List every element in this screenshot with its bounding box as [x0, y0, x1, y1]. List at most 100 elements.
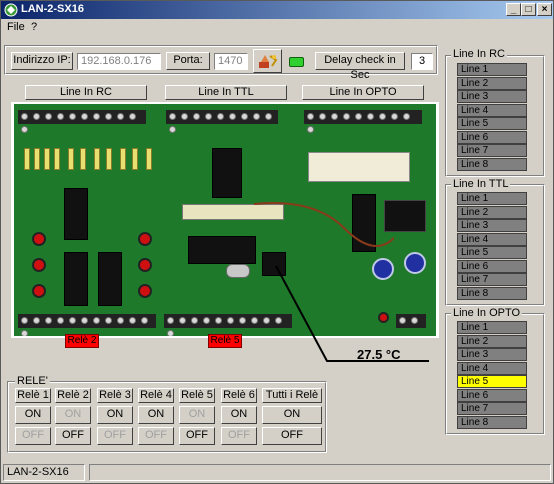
menu-bar: File ? [1, 19, 553, 35]
line-indicator: Line 4 [457, 103, 527, 117]
relay-6-off-button[interactable]: OFF [221, 427, 257, 445]
line-indicator: Line 3 [457, 348, 527, 361]
relay-2-on-badge: Relè 2 [65, 334, 99, 348]
resistor [132, 148, 138, 170]
line-indicator: Line 5 [457, 117, 527, 130]
relay-4-label[interactable]: Relè 4 [138, 388, 174, 403]
resistor [80, 148, 86, 170]
line-indicator: Line 8 [457, 157, 527, 171]
temperature-pointer [275, 265, 429, 362]
relay-1-label[interactable]: Relè 1 [15, 388, 51, 403]
relay-5-on-badge: Relè 5 [208, 334, 242, 348]
resistor [120, 148, 126, 170]
relay-2-label[interactable]: Relè 2 [55, 388, 91, 403]
line-indicator: Line 2 [457, 334, 527, 348]
line-indicator: Line 7 [457, 273, 527, 286]
panel-title-rc: Line In RC [451, 48, 507, 60]
resistor [68, 148, 74, 170]
terminal-block [18, 314, 156, 336]
delay-label: Delay check in Sec [315, 52, 405, 81]
led [32, 258, 46, 272]
relay-3-off-button[interactable]: OFF [97, 427, 133, 445]
terminal-block [166, 110, 278, 133]
status-bar: LAN-2-SX16 [1, 462, 553, 483]
ic-chip [188, 236, 256, 264]
all-relays-label[interactable]: Tutti i Relè [262, 388, 322, 403]
cable [254, 202, 394, 247]
opto-coupler-block [308, 152, 410, 182]
relay-4-on-button[interactable]: ON [138, 406, 174, 424]
led [32, 232, 46, 246]
window-title: LAN-2-SX16 [21, 3, 84, 15]
line-indicator: Line 1 [457, 192, 527, 205]
delay-input[interactable]: 3 [411, 53, 433, 70]
relay-5-label[interactable]: Relè 5 [179, 388, 215, 403]
ip-input[interactable]: 192.168.0.176 [77, 53, 161, 70]
led [138, 258, 152, 272]
section-label-ttl: Line In TTL [165, 85, 287, 100]
resistor [44, 148, 50, 170]
connect-button[interactable] [253, 49, 282, 73]
relay-5-off-button[interactable]: OFF [179, 427, 215, 445]
connect-icon [258, 55, 277, 68]
section-label-rc: Line In RC [25, 85, 147, 100]
line-indicator: Line 8 [457, 415, 527, 429]
title-bar: LAN-2-SX16 _ □ × [1, 1, 553, 19]
line-indicator: Line 4 [457, 232, 527, 246]
port-label: Porta: [166, 52, 210, 70]
main-window: LAN-2-SX16 _ □ × File ? Indirizzo IP: 19… [0, 0, 554, 484]
section-label-opto: Line In OPTO [302, 85, 424, 100]
led [32, 284, 46, 298]
port-input[interactable]: 1470 [214, 53, 248, 70]
ip-label: Indirizzo IP: [11, 52, 73, 70]
panel-title-opto: Line In OPTO [451, 307, 523, 319]
all-relays-off-button[interactable]: OFF [262, 427, 322, 445]
ic-chip [212, 148, 242, 198]
line-indicator: Line 8 [457, 286, 527, 300]
relay-5-on-button[interactable]: ON [179, 406, 215, 424]
relay-6-label[interactable]: Relè 6 [221, 388, 257, 403]
line-indicator: Line 3 [457, 219, 527, 232]
ic-chip [64, 252, 88, 306]
connection-status-led [289, 57, 304, 67]
ic-chip [64, 188, 88, 240]
relay-2-on-button[interactable]: ON [55, 406, 91, 424]
relay-2-off-button[interactable]: OFF [55, 427, 91, 445]
resistor [94, 148, 100, 170]
maximize-button[interactable]: □ [521, 3, 536, 16]
relay-3-label[interactable]: Relè 3 [97, 388, 133, 403]
resistor [106, 148, 112, 170]
ic-chip [98, 252, 122, 306]
relay-6-on-button[interactable]: ON [221, 406, 257, 424]
line-indicator: Line 2 [457, 205, 527, 219]
resistor [34, 148, 40, 170]
line-indicator: Line 7 [457, 144, 527, 157]
status-panel [89, 464, 551, 481]
relay-group-title: RELE' [15, 375, 50, 387]
all-relays-on-button[interactable]: ON [262, 406, 322, 424]
terminal-block [164, 314, 292, 336]
line-indicator: Line 1 [457, 321, 527, 334]
line-indicator: Line 7 [457, 402, 527, 415]
relay-1-on-button[interactable]: ON [15, 406, 51, 424]
resistor [146, 148, 152, 170]
line-indicator: Line 5 [457, 246, 527, 259]
line-indicator: Line 4 [457, 361, 527, 375]
app-icon [4, 3, 18, 17]
relay-3-on-button[interactable]: ON [97, 406, 133, 424]
crystal [226, 264, 250, 278]
menu-help[interactable]: ? [31, 21, 37, 33]
relay-4-off-button[interactable]: OFF [138, 427, 174, 445]
line-indicator: Line 6 [457, 130, 527, 144]
menu-file[interactable]: File [7, 21, 25, 33]
status-text: LAN-2-SX16 [3, 464, 85, 481]
minimize-button[interactable]: _ [506, 3, 521, 16]
terminal-block [18, 110, 146, 133]
relay-1-off-button[interactable]: OFF [15, 427, 51, 445]
resistor [54, 148, 60, 170]
line-indicator: Line 3 [457, 90, 527, 103]
close-button[interactable]: × [537, 3, 552, 16]
led [138, 284, 152, 298]
led [138, 232, 152, 246]
line-indicator: Line 5 [457, 375, 527, 388]
